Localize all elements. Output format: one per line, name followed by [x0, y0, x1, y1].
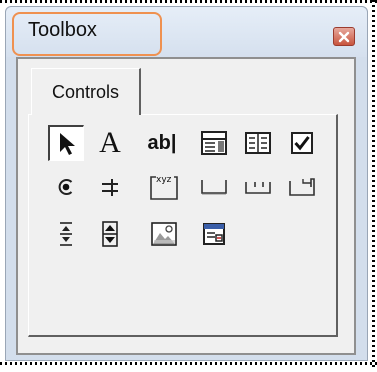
multipage-icon — [289, 178, 315, 196]
tab-controls-label: Controls — [51, 81, 120, 102]
select-objects-icon — [59, 132, 75, 155]
close-icon — [338, 31, 350, 42]
selection-border-bottom — [0, 362, 377, 365]
listbox-icon — [245, 132, 271, 154]
optionbutton-control-button[interactable] — [48, 169, 84, 205]
refedit-control-button[interactable] — [196, 216, 232, 252]
togglebutton-icon — [102, 179, 118, 196]
image-control-button[interactable] — [146, 216, 182, 252]
commandbutton-control-button[interactable] — [196, 169, 232, 205]
togglebutton-control-button[interactable] — [92, 169, 128, 205]
scrollbar-control-button[interactable] — [48, 216, 84, 252]
textbox-icon: ab| — [147, 131, 177, 154]
optionbutton-icon — [58, 179, 73, 195]
textbox-control-button[interactable]: ab| — [142, 125, 182, 161]
multipage-control-button[interactable] — [284, 169, 320, 205]
listbox-control-button[interactable] — [240, 125, 276, 161]
selection-border-right — [372, 0, 375, 368]
frame-control-button[interactable]: xyz — [146, 169, 182, 205]
scrollbar-icon — [60, 222, 72, 246]
window-title: Toolbox — [28, 19, 97, 41]
checkbox-icon — [291, 132, 313, 154]
close-button[interactable] — [333, 27, 355, 46]
tabstrip-icon — [245, 182, 271, 194]
tabstrip-control-button[interactable] — [240, 169, 276, 205]
commandbutton-icon — [201, 180, 227, 195]
spinbutton-icon — [102, 221, 118, 247]
image-icon — [151, 222, 177, 246]
label-control-button[interactable]: A — [92, 125, 128, 161]
frame-caption: xyz — [156, 175, 172, 185]
checkbox-control-button[interactable] — [284, 125, 320, 161]
selection-border-top — [0, 0, 377, 3]
spinbutton-control-button[interactable] — [92, 216, 128, 252]
label-icon: A — [99, 126, 121, 159]
tab-controls[interactable]: Controls — [31, 68, 141, 115]
combobox-icon — [201, 131, 227, 155]
select-objects-button[interactable] — [48, 125, 84, 161]
title-bar[interactable]: Toolbox — [6, 7, 367, 57]
combobox-control-button[interactable] — [196, 125, 232, 161]
refedit-icon — [203, 223, 225, 245]
